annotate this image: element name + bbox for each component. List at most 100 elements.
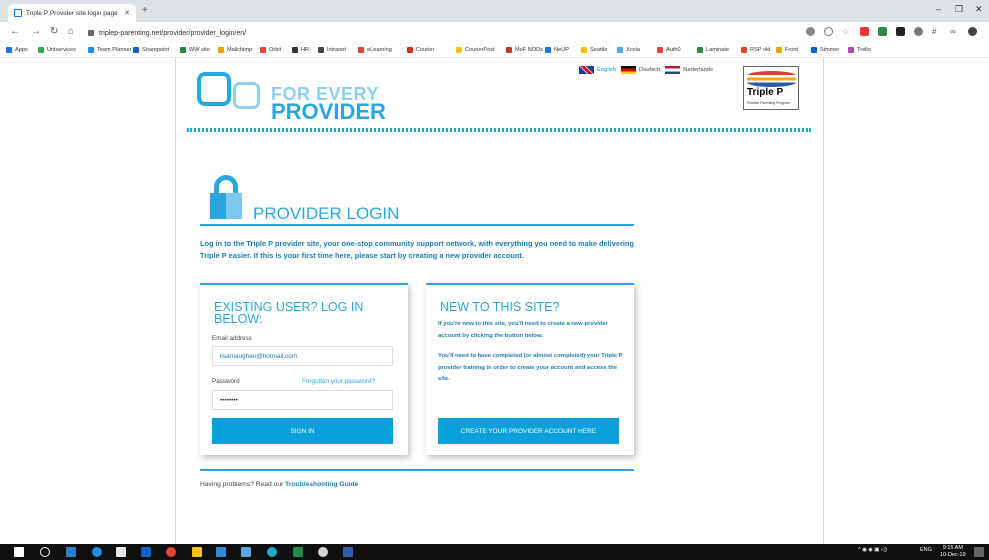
extension-e-icon[interactable]: ∞ (950, 27, 959, 36)
bookmark-laminate[interactable]: Laminate (697, 47, 729, 53)
bookmark-hr[interactable]: HR (292, 47, 309, 53)
bookmark-auth0[interactable]: Auth0 (657, 47, 681, 53)
clock[interactable]: 9:15 AM 10-Dec-19 (940, 545, 966, 559)
bookmark-orbit[interactable]: Orbit (260, 47, 281, 53)
bookmark-front[interactable]: Front (776, 47, 798, 53)
address-bar[interactable]: triplep-parenting.net/provider/provider_… (88, 25, 788, 41)
bookmark-xcela[interactable]: Xcela (617, 47, 640, 53)
task-view-icon[interactable] (66, 547, 76, 557)
smiley-face-small-icon (233, 82, 260, 109)
lang-deutsch[interactable]: Deutsch (621, 66, 660, 74)
restore-icon[interactable]: ❐ (955, 4, 963, 15)
register-heading: NEW TO THIS SITE? (440, 300, 560, 314)
edge-icon[interactable] (92, 547, 102, 557)
bookmark-simmer[interactable]: Simmer (811, 47, 839, 53)
outlook-icon[interactable] (141, 547, 151, 557)
bookmark-intranet[interactable]: Intranet (318, 47, 346, 53)
notifications-icon[interactable] (974, 547, 984, 557)
app-icon-3[interactable] (318, 547, 328, 557)
key-icon[interactable] (806, 27, 815, 36)
password-field[interactable]: •••••••• (212, 390, 393, 410)
file-explorer-icon[interactable] (192, 547, 202, 557)
bookmark-label: CourierPost (465, 47, 495, 53)
bookmark-favicon-icon (776, 47, 782, 53)
tab-title: Triple P Provider site login page (26, 9, 118, 17)
bookmark-favicon-icon (133, 47, 139, 53)
extension-a-icon[interactable] (860, 27, 869, 36)
triple-p-logo[interactable]: Triple P Positive Parenting Program (743, 66, 799, 110)
lang-nederlands[interactable]: Nederlands (665, 66, 713, 74)
forward-icon[interactable]: → (31, 26, 41, 37)
store-icon[interactable] (116, 547, 126, 557)
bookmark-uniservices[interactable]: Uniservices (38, 47, 76, 53)
bookmark-mailchimp[interactable]: Mailchimp (218, 47, 252, 53)
back-icon[interactable]: ← (10, 26, 20, 37)
bookmark-favicon-icon (6, 47, 12, 53)
chrome-icon[interactable] (166, 547, 176, 557)
bookmark-label: RSP old (750, 47, 771, 53)
bookmark-label: Trello (857, 47, 871, 53)
extension-d-icon[interactable] (914, 27, 923, 36)
clock-time: 9:15 AM (942, 545, 963, 551)
bookmark-label: Xcela (626, 47, 640, 53)
bookmark-sharepoint[interactable]: Sharepoint (133, 47, 169, 53)
create-account-button[interactable]: CREATE YOUR PROVIDER ACCOUNT HERE (438, 418, 619, 444)
email-field[interactable]: lisamaughan@hotmail.com (212, 346, 393, 366)
windows-start-icon[interactable] (14, 547, 24, 557)
extension-icons: ☆ # ∞ ⋮ (806, 27, 989, 36)
hashtag-icon[interactable]: # (932, 27, 941, 36)
footer-divider (200, 469, 634, 471)
lang-english[interactable]: English (579, 66, 616, 74)
word-icon[interactable] (343, 547, 353, 557)
extension-b-icon[interactable] (878, 27, 887, 36)
bookmark-ww-site[interactable]: WW site (180, 47, 210, 53)
profile-icon[interactable] (968, 27, 977, 36)
bookmark-label: Sharepoint (142, 47, 170, 53)
help-text: Having problems? Read our Troubleshootin… (200, 481, 358, 488)
app-icon-1[interactable] (216, 547, 226, 557)
troubleshooting-link[interactable]: Troubleshooting Guide (285, 481, 358, 488)
skype-icon[interactable] (267, 547, 277, 557)
login-card: EXISTING USER? LOG IN BELOW: Email addre… (200, 283, 408, 455)
browser-tab[interactable]: Triple P Provider site login page ✕ (8, 4, 136, 22)
bookmark-courierpost[interactable]: CourierPost (456, 47, 495, 53)
bookmark-label: MoF NODs (515, 47, 543, 53)
register-text-1: If you're new to this site, you'll need … (438, 321, 609, 339)
search-icon[interactable] (40, 547, 50, 557)
bookmark-label: Intranet (327, 47, 346, 53)
bookmark-rsp-old[interactable]: RSP old (741, 47, 770, 53)
language-switcher: English Deutsch Nederlands (579, 66, 713, 74)
bookmark-label: Laminate (706, 47, 730, 53)
page-icon (14, 9, 22, 17)
uk-flag-icon (579, 66, 594, 74)
extension-c-icon[interactable] (896, 27, 905, 36)
app-icon-2[interactable] (241, 547, 251, 557)
close-tab-icon[interactable]: ✕ (124, 9, 130, 17)
bookmark-label: NeUP (554, 47, 569, 53)
bookmark-label: Seattle (590, 47, 608, 53)
bookmark-trello[interactable]: Trello (848, 47, 871, 53)
bookmark-courier[interactable]: Courier (407, 47, 434, 53)
input-language[interactable]: ENG (920, 547, 932, 553)
bookmark-label: Apps (15, 47, 28, 53)
bookmark-favicon-icon (697, 47, 703, 53)
new-tab-icon[interactable]: + (142, 5, 148, 16)
bookmark-seattle[interactable]: Seattle (581, 47, 607, 53)
help-prefix: Having problems? Read our (200, 481, 286, 488)
minimize-icon[interactable]: – (936, 4, 941, 14)
bookmark-label: HR (301, 47, 310, 53)
bookmark-apps[interactable]: Apps (6, 47, 28, 53)
tray-icons[interactable]: ^ ◉ ◆ ▣ ◁) (858, 547, 887, 553)
close-window-icon[interactable]: ✕ (975, 4, 983, 15)
forgot-password-link[interactable]: Forgotten your password? (302, 378, 375, 385)
sign-in-button[interactable]: SIGN IN (212, 418, 393, 444)
excel-icon[interactable] (293, 547, 303, 557)
zoom-icon[interactable] (824, 27, 833, 36)
bookmark-elearning[interactable]: eLearning (358, 47, 392, 53)
bookmark-team-planner[interactable]: Team Planner (88, 47, 132, 53)
home-icon[interactable]: ⌂ (68, 26, 74, 37)
reload-icon[interactable]: ↻ (50, 26, 58, 37)
bookmark-mof-nods[interactable]: MoF NODs (506, 47, 543, 53)
star-icon[interactable]: ☆ (842, 27, 851, 36)
bookmark-neup[interactable]: NeUP (545, 47, 569, 53)
